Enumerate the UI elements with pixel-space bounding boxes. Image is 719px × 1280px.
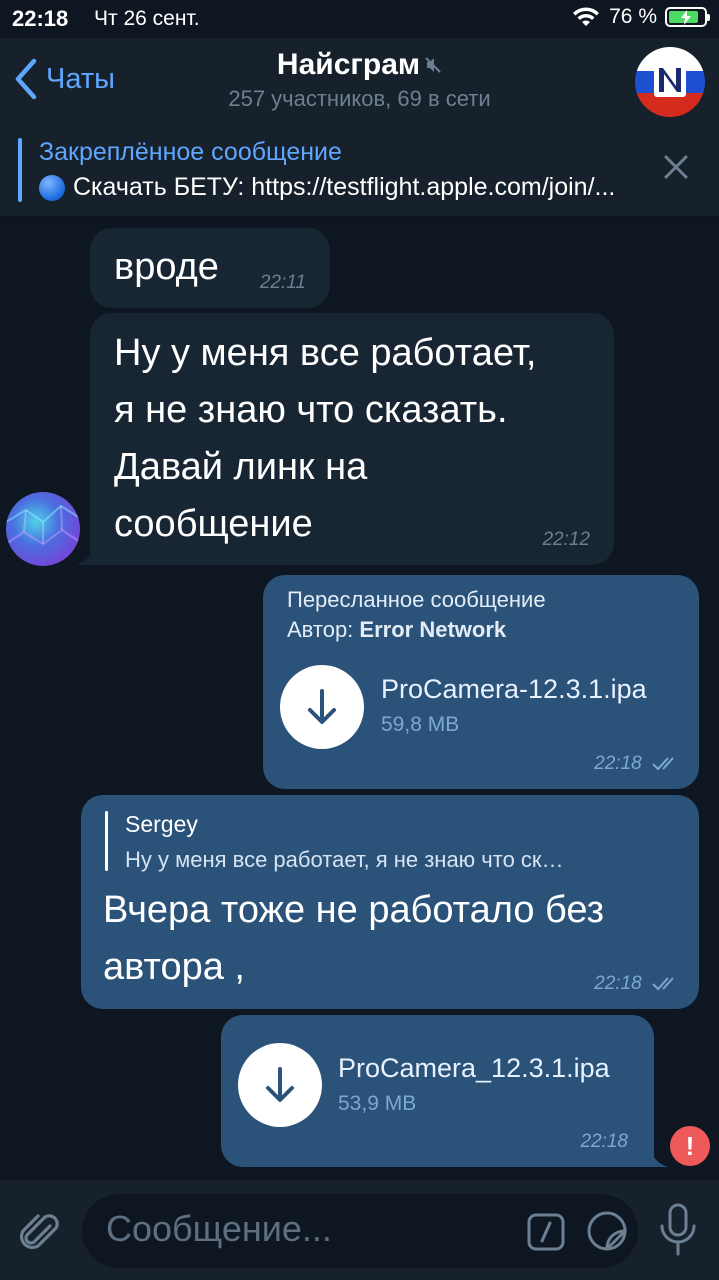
message-text: вроде bbox=[114, 246, 219, 288]
author-prefix: Автор: bbox=[287, 617, 360, 642]
status-time: 22:18 bbox=[12, 6, 69, 31]
forwarded-label: Пересланное сообщение bbox=[287, 587, 546, 612]
pinned-message[interactable]: Закреплённое сообщение Скачать БЕТУ: htt… bbox=[0, 124, 719, 217]
error-icon[interactable]: ! bbox=[670, 1126, 710, 1166]
message-text: Вчера тоже не работало без автора , bbox=[103, 882, 604, 996]
message-time: 22:11 bbox=[259, 272, 306, 293]
download-button[interactable] bbox=[238, 1043, 322, 1127]
close-icon[interactable] bbox=[663, 154, 689, 180]
wifi-icon bbox=[573, 7, 600, 26]
message-line: я не знаю что сказать. bbox=[114, 389, 508, 431]
message-time: 22:18 bbox=[580, 1131, 628, 1152]
battery-percent: 76 % bbox=[609, 5, 657, 28]
mute-icon bbox=[425, 57, 441, 73]
reply-bar bbox=[105, 811, 108, 871]
download-button[interactable] bbox=[280, 665, 364, 749]
message-text: Ну у меня все работает, я не знаю что ск… bbox=[114, 325, 536, 553]
sender-avatar[interactable] bbox=[6, 492, 80, 566]
chat-header: Чаты Найсграм 257 участников, 69 в сети bbox=[0, 38, 719, 125]
message-bubble[interactable]: ProCamera_12.3.1.ipa 53,9 MB 22:18 bbox=[221, 1015, 654, 1167]
sticker-icon[interactable] bbox=[586, 1210, 628, 1252]
message-time-text: 22:18 bbox=[594, 753, 642, 774]
pinned-bar bbox=[18, 138, 22, 202]
reply-text: Ну у меня все работает, я не знаю что ск… bbox=[125, 847, 564, 872]
message-bubble[interactable]: Пересланное сообщение Автор: Error Netwo… bbox=[263, 575, 699, 789]
reply-author: Sergey bbox=[125, 811, 198, 837]
pinned-text-row: Скачать БЕТУ: https://testflight.apple.c… bbox=[39, 173, 649, 202]
download-icon bbox=[266, 1067, 294, 1102]
download-icon bbox=[308, 689, 336, 724]
message-bubble[interactable]: Ну у меня все работает, я не знаю что ск… bbox=[90, 313, 614, 565]
message-line: Ну у меня все работает, bbox=[114, 332, 537, 374]
status-bar: 22:18 Чт 26 сент. 76 % bbox=[0, 0, 719, 38]
message-input-bar: Сообщение... bbox=[0, 1180, 719, 1280]
author-name: Error Network bbox=[359, 617, 507, 642]
file-size: 59,8 MB bbox=[381, 713, 460, 736]
forwarded-author-line: Автор: Error Network bbox=[287, 617, 506, 643]
blue-circle-emoji-icon bbox=[39, 174, 65, 201]
status-right: 76 % bbox=[571, 5, 710, 29]
chat-title-area[interactable]: Найсграм 257 участников, 69 в сети bbox=[0, 48, 719, 112]
message-line: Давай линк на bbox=[114, 446, 368, 488]
channel-avatar[interactable] bbox=[635, 47, 705, 117]
message-input[interactable]: Сообщение... bbox=[82, 1194, 638, 1268]
paperclip-icon[interactable] bbox=[18, 1208, 62, 1254]
status-date: Чт 26 сент. bbox=[94, 7, 200, 30]
message-bubble[interactable]: Sergey Ну у меня все работает, я не знаю… bbox=[81, 795, 699, 1009]
message-time: 22:18 bbox=[594, 753, 681, 775]
message-input-placeholder: Сообщение... bbox=[106, 1208, 332, 1249]
microphone-icon[interactable] bbox=[656, 1202, 700, 1258]
pinned-label: Закреплённое сообщение bbox=[39, 138, 342, 166]
avatar-image-icon bbox=[6, 492, 80, 566]
message-time: 22:18 bbox=[594, 973, 681, 995]
double-check-icon bbox=[652, 977, 674, 991]
pinned-text: Скачать БЕТУ: https://testflight.apple.c… bbox=[73, 173, 616, 201]
message-line: сообщение bbox=[114, 503, 313, 545]
file-size: 53,9 MB bbox=[338, 1092, 417, 1115]
battery-icon bbox=[665, 7, 710, 27]
file-name: ProCamera_12.3.1.ipa bbox=[338, 1053, 610, 1083]
bubble-tail bbox=[76, 546, 96, 565]
file-name: ProCamera-12.3.1.ipa bbox=[381, 674, 647, 704]
message-time: 22:12 bbox=[542, 529, 590, 550]
message-line: автора , bbox=[103, 946, 245, 988]
channel-logo-icon bbox=[635, 47, 705, 117]
message-line: Вчера тоже не работало без bbox=[103, 889, 605, 931]
double-check-icon bbox=[652, 757, 674, 771]
bot-command-icon[interactable] bbox=[526, 1212, 566, 1252]
message-bubble[interactable]: вроде 22:11 bbox=[90, 228, 330, 308]
message-time-text: 22:18 bbox=[594, 973, 642, 994]
bubble-tail bbox=[648, 1148, 668, 1167]
chat-title: Найсграм bbox=[276, 48, 421, 81]
chat-subtitle: 257 участников, 69 в сети bbox=[228, 86, 491, 111]
